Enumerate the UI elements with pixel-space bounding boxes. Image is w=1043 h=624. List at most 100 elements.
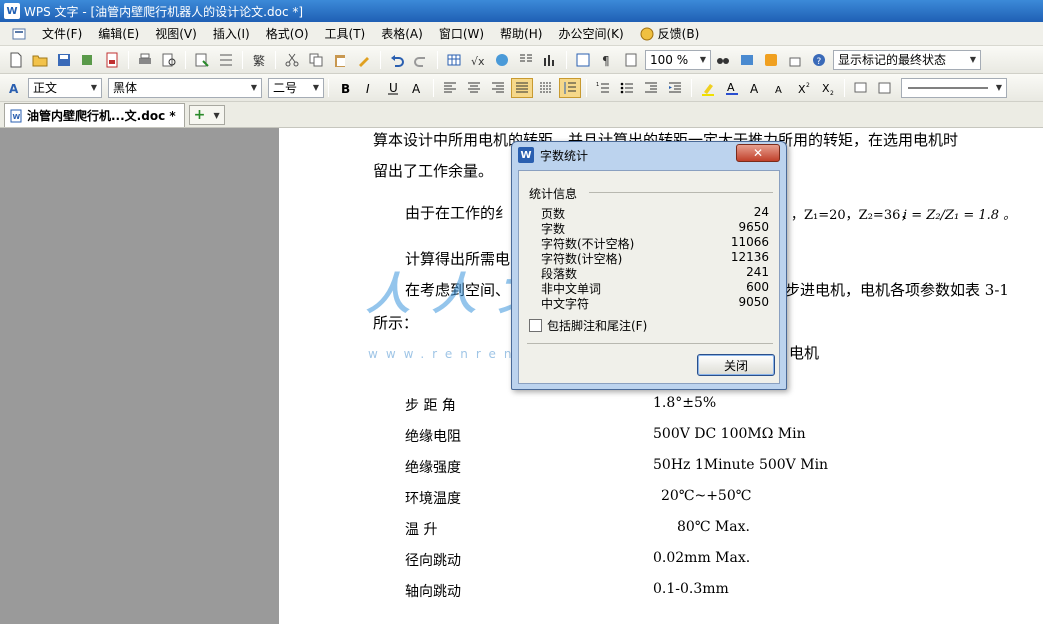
tab-title: 油管内壁爬行机...文.doc * [27, 109, 176, 123]
superscript-icon[interactable]: X2 [793, 78, 815, 98]
spec-value: 50Hz 1Minute 500V Min [653, 457, 829, 473]
spec-value: 500V DC 100MΩ Min [653, 426, 806, 442]
menu-edit[interactable]: 编辑(E) [90, 24, 147, 44]
export-icon[interactable] [77, 50, 99, 70]
page-setup-icon[interactable] [874, 78, 896, 98]
numbering-icon[interactable]: 1 [592, 78, 614, 98]
menu-format[interactable]: 格式(O) [258, 24, 317, 44]
toolbar-separator [566, 50, 567, 69]
gift-icon[interactable] [784, 50, 806, 70]
menu-view[interactable]: 视图(V) [147, 24, 205, 44]
document-tab-bar: W 油管内壁爬行机...文.doc * + ▼ [0, 102, 1043, 128]
bullets-icon[interactable] [616, 78, 638, 98]
menu-office-space[interactable]: 办公空间(K) [550, 24, 631, 44]
align-left-icon[interactable] [439, 78, 461, 98]
menu-window[interactable]: 窗口(W) [431, 24, 492, 44]
print-preview-icon[interactable] [158, 50, 180, 70]
table-icon[interactable] [443, 50, 465, 70]
word-count-dialog: W 字数统计 ✕ 统计信息 页数 24 字数 9650 字符数(不计空格) 11066… [511, 141, 787, 390]
markup-mode-select[interactable]: 显示标记的最终状态 ▼ [833, 49, 981, 70]
columns-icon[interactable] [515, 50, 537, 70]
help-icon[interactable]: ? [808, 50, 830, 70]
menu-insert[interactable]: 插入(I) [205, 24, 258, 44]
shrink-font-icon[interactable]: A [769, 78, 791, 98]
include-footnotes-option[interactable]: 包括脚注和尾注(F) [529, 317, 647, 334]
format-painter-icon[interactable] [353, 50, 375, 70]
highlight-icon[interactable] [697, 78, 719, 98]
justify-icon[interactable] [511, 77, 533, 98]
menu-tools[interactable]: 工具(T) [317, 24, 374, 44]
web-icon[interactable] [491, 50, 513, 70]
new-tab-button[interactable]: + ▼ [188, 105, 225, 125]
font-size-select[interactable]: 二号 ▼ [268, 77, 324, 98]
menu-table[interactable]: 表格(A) [373, 24, 431, 44]
layout-icon[interactable] [215, 50, 237, 70]
grow-font-icon[interactable]: A [745, 78, 767, 98]
chevron-down-icon: ▼ [250, 83, 258, 92]
font-select[interactable]: 黑体 ▼ [108, 77, 262, 98]
font-color-icon[interactable]: A [721, 78, 743, 98]
align-right-icon[interactable] [487, 78, 509, 98]
formula-icon[interactable]: √x [467, 50, 489, 70]
open-folder-icon[interactable] [29, 50, 51, 70]
increase-indent-icon[interactable] [664, 78, 686, 98]
pdf-icon[interactable] [101, 50, 123, 70]
stat-label: 段落数 [541, 267, 578, 281]
decrease-indent-icon[interactable] [640, 78, 662, 98]
research-icon[interactable] [736, 50, 758, 70]
include-footnotes-checkbox[interactable] [529, 319, 542, 332]
stat-value: 9050 [738, 295, 769, 309]
distribute-icon[interactable] [535, 78, 557, 98]
svg-text:√x: √x [471, 55, 485, 68]
traditional-chinese-icon[interactable]: 繁 [248, 50, 270, 70]
material-icon[interactable] [760, 50, 782, 70]
plus-icon: + [193, 107, 206, 123]
doc-line-2: 留出了工作余量。 [373, 162, 494, 180]
bold-icon[interactable]: B [334, 78, 356, 98]
doc-map-icon[interactable] [572, 50, 594, 70]
insert-object-icon[interactable] [191, 50, 213, 70]
stat-value: 11066 [730, 235, 769, 249]
close-button[interactable]: 关闭 [697, 354, 775, 376]
undo-icon[interactable] [386, 50, 408, 70]
chart-icon[interactable] [539, 50, 561, 70]
menu-icon[interactable] [4, 24, 34, 44]
subscript-icon[interactable]: X2 [817, 78, 839, 98]
font-effect-icon[interactable]: A [406, 78, 428, 98]
spec-label: 步 距 角 [405, 398, 456, 414]
italic-icon[interactable]: I [358, 78, 380, 98]
style-select[interactable]: 正文 ▼ [28, 77, 102, 98]
paste-icon[interactable] [329, 50, 351, 70]
stat-label: 页数 [541, 207, 566, 221]
tab-current-document[interactable]: W 油管内壁爬行机...文.doc * [4, 103, 185, 127]
doc-line-7: 电机 [789, 344, 820, 362]
dialog-title: 字数统计 [540, 148, 589, 163]
doc-line-5b: 步进电机，电机各项参数如表 3-1 [785, 281, 1009, 299]
svg-text:U: U [389, 81, 398, 95]
insert-comment-icon[interactable] [850, 78, 872, 98]
stat-row: 页数 24 [541, 205, 769, 221]
line-spacing-icon[interactable] [559, 77, 581, 98]
save-icon[interactable] [53, 50, 75, 70]
line-style-select[interactable]: ▼ [901, 77, 1007, 98]
align-center-icon[interactable] [463, 78, 485, 98]
style-icon[interactable]: A [5, 78, 27, 98]
svg-text:A: A [412, 82, 421, 96]
print-icon[interactable] [134, 50, 156, 70]
underline-icon[interactable]: U [382, 78, 404, 98]
stat-value: 24 [753, 205, 769, 219]
redo-icon[interactable] [410, 50, 432, 70]
show-marks-icon[interactable]: ¶ [596, 50, 618, 70]
new-doc-icon[interactable] [5, 50, 27, 70]
stat-label: 非中文单词 [541, 282, 602, 296]
copy-page-icon[interactable] [620, 50, 642, 70]
menu-feedback[interactable]: 反馈(B) [632, 24, 708, 44]
copy-icon[interactable] [305, 50, 327, 70]
zoom-select[interactable]: 100 % ▼ [645, 49, 711, 70]
cut-icon[interactable] [281, 50, 303, 70]
spec-label: 绝缘电阻 [405, 429, 461, 445]
menu-file[interactable]: 文件(F) [34, 24, 90, 44]
find-icon[interactable] [712, 50, 734, 70]
dialog-close-icon[interactable]: ✕ [736, 144, 780, 162]
menu-help[interactable]: 帮助(H) [492, 24, 550, 44]
